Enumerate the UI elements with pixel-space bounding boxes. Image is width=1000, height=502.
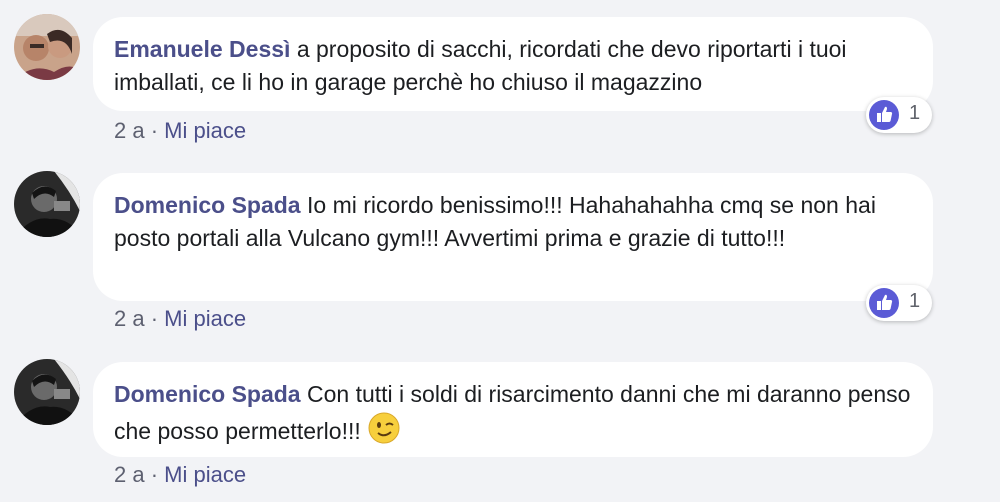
comment-bubble: Domenico Spada Con tutti i soldi di risa… (93, 362, 933, 457)
avatar[interactable] (14, 14, 80, 80)
thumbs-up-icon (869, 288, 899, 318)
like-button[interactable]: Mi piace (164, 118, 246, 143)
comment-meta: 2 a · Mi piace (114, 462, 246, 488)
comment-meta: 2 a · Mi piace (114, 118, 246, 144)
comment-bubble: Domenico Spada Io mi ricordo benissimo!!… (93, 173, 933, 301)
comment-time[interactable]: 2 a (114, 306, 145, 331)
avatar[interactable] (14, 359, 80, 425)
thumbs-up-icon (869, 100, 899, 130)
meta-separator: · (150, 306, 159, 331)
comment-bubble: Emanuele Dessì a proposito di sacchi, ri… (93, 17, 933, 111)
wink-emoji-icon (367, 411, 401, 454)
comment-meta: 2 a · Mi piace (114, 306, 246, 332)
like-button[interactable]: Mi piace (164, 306, 246, 331)
comment-author[interactable]: Domenico Spada (114, 381, 301, 407)
reaction-summary[interactable]: 1 (866, 285, 932, 321)
comment-time[interactable]: 2 a (114, 462, 145, 487)
avatar[interactable] (14, 171, 80, 237)
meta-separator: · (150, 118, 159, 143)
meta-separator: · (150, 462, 159, 487)
like-button[interactable]: Mi piace (164, 462, 246, 487)
reaction-count: 1 (909, 102, 921, 124)
reaction-count: 1 (909, 290, 921, 312)
comment-time[interactable]: 2 a (114, 118, 145, 143)
comment-author[interactable]: Emanuele Dessì (114, 36, 290, 62)
comment-author[interactable]: Domenico Spada (114, 192, 301, 218)
reaction-summary[interactable]: 1 (866, 97, 932, 133)
